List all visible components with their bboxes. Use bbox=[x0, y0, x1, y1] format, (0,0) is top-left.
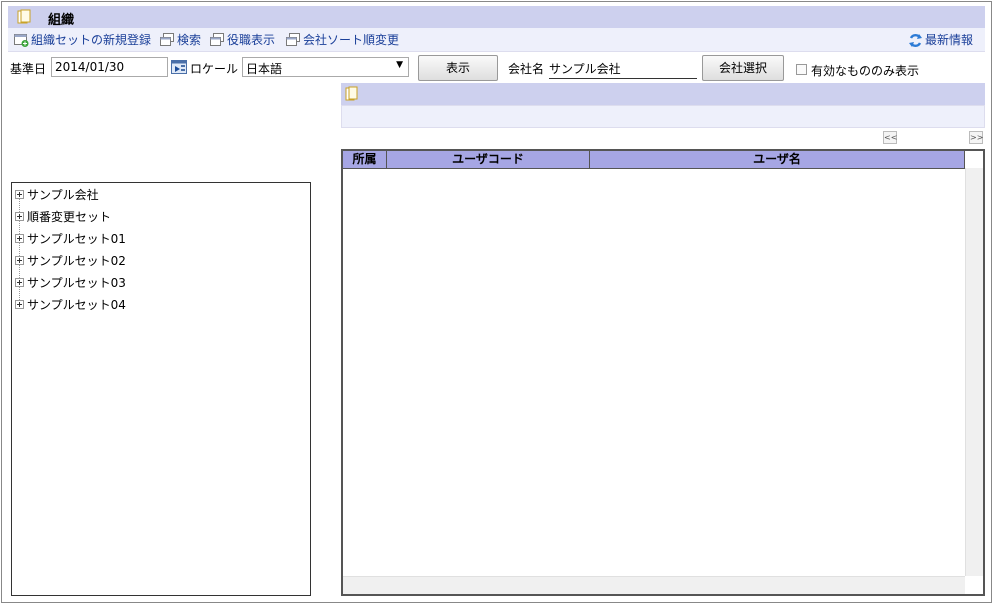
active-only-checkbox[interactable] bbox=[796, 64, 807, 75]
locale-selected-value: 日本語 bbox=[246, 62, 283, 76]
org-tree: サンプル会社 順番変更セット サンプルセット01 サンプルセット02 サンプルセ… bbox=[11, 182, 311, 596]
tree-item[interactable]: サンプル会社 bbox=[15, 186, 99, 203]
window-icon bbox=[286, 33, 300, 46]
active-only-label: 有効なもののみ表示 bbox=[811, 64, 920, 78]
base-date-input[interactable] bbox=[51, 57, 168, 77]
tree-item-label: サンプルセット03 bbox=[27, 276, 126, 290]
add-window-icon bbox=[14, 33, 29, 47]
tree-item-label: サンプルセット01 bbox=[27, 232, 126, 246]
folder-icon bbox=[16, 9, 32, 28]
expand-icon[interactable] bbox=[15, 300, 24, 309]
prev-page-button[interactable]: << bbox=[883, 131, 897, 144]
tree-item-label: 順番変更セット bbox=[27, 210, 112, 224]
window-icon bbox=[210, 33, 224, 46]
refresh-icon bbox=[908, 33, 922, 47]
tree-item[interactable]: 順番変更セット bbox=[15, 208, 111, 225]
calendar-icon[interactable] bbox=[171, 60, 187, 77]
column-header-affiliation[interactable]: 所属 bbox=[343, 151, 387, 168]
expand-icon[interactable] bbox=[15, 278, 24, 287]
dropdown-arrow-icon: ▼ bbox=[396, 60, 403, 70]
grid-header: 所属 ユーザコード ユーザ名 bbox=[343, 151, 965, 169]
detail-panel-header bbox=[341, 83, 985, 105]
title-bar: 組織 bbox=[8, 6, 985, 28]
next-page-button[interactable]: >> bbox=[969, 131, 983, 144]
window-icon bbox=[160, 33, 174, 46]
user-grid: 所属 ユーザコード ユーザ名 bbox=[341, 149, 985, 596]
detail-panel-body bbox=[341, 105, 985, 128]
company-name-value: サンプル会社 bbox=[549, 60, 697, 79]
toolbar: 組織セットの新規登録 検索 役職表示 会社ソート順変更 最新情報 bbox=[8, 28, 985, 52]
expand-icon[interactable] bbox=[15, 256, 24, 265]
tree-item-label: サンプル会社 bbox=[27, 188, 99, 202]
company-sort-label: 会社ソート順変更 bbox=[303, 33, 400, 47]
search-label: 検索 bbox=[177, 33, 202, 47]
refresh-label: 最新情報 bbox=[925, 33, 974, 47]
expand-icon[interactable] bbox=[15, 190, 24, 199]
post-display-label: 役職表示 bbox=[227, 33, 276, 47]
search-button[interactable]: 検索 bbox=[160, 31, 201, 48]
expand-icon[interactable] bbox=[15, 234, 24, 243]
base-date-label: 基準日 bbox=[10, 62, 47, 76]
company-select-button[interactable]: 会社選択 bbox=[702, 55, 784, 81]
folder-icon bbox=[345, 86, 359, 105]
new-org-set-button[interactable]: 組織セットの新規登録 bbox=[14, 31, 151, 48]
horizontal-scrollbar[interactable] bbox=[343, 576, 965, 594]
company-name-label: 会社名 bbox=[508, 62, 545, 76]
tree-item[interactable]: サンプルセット04 bbox=[15, 296, 126, 313]
expand-icon[interactable] bbox=[15, 212, 24, 221]
refresh-button[interactable]: 最新情報 bbox=[908, 31, 973, 48]
tree-item[interactable]: サンプルセット01 bbox=[15, 230, 126, 247]
tree-item-label: サンプルセット04 bbox=[27, 298, 126, 312]
column-header-user-name[interactable]: ユーザ名 bbox=[590, 151, 965, 168]
column-header-user-code[interactable]: ユーザコード bbox=[387, 151, 590, 168]
post-display-button[interactable]: 役職表示 bbox=[210, 31, 275, 48]
vertical-scrollbar[interactable] bbox=[965, 168, 983, 576]
new-org-set-label: 組織セットの新規登録 bbox=[31, 33, 152, 47]
locale-label: ロケール bbox=[190, 62, 239, 76]
tree-item[interactable]: サンプルセット02 bbox=[15, 252, 126, 269]
locale-select[interactable]: 日本語 ▼ bbox=[242, 57, 409, 77]
company-sort-button[interactable]: 会社ソート順変更 bbox=[286, 31, 399, 48]
page-title: 組織 bbox=[48, 13, 75, 28]
tree-item[interactable]: サンプルセット03 bbox=[15, 274, 126, 291]
show-button[interactable]: 表示 bbox=[418, 55, 498, 81]
tree-item-label: サンプルセット02 bbox=[27, 254, 126, 268]
